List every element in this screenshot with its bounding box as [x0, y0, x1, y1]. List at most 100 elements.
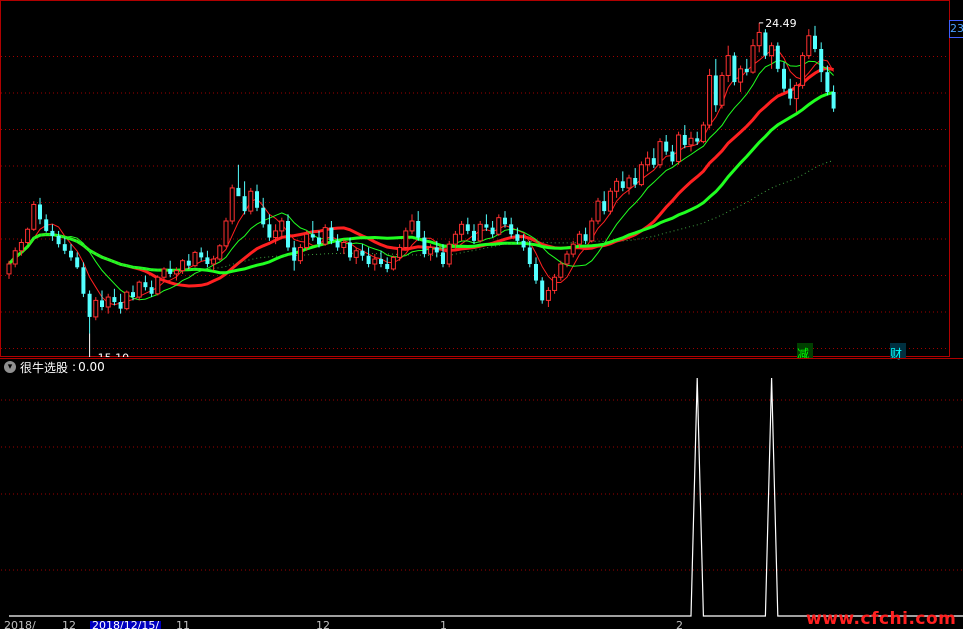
candle-body	[509, 224, 514, 235]
event-marker-reduce[interactable]: 减	[797, 343, 813, 361]
candle-body	[626, 177, 632, 189]
candle	[279, 217, 285, 238]
candle-body	[304, 233, 310, 248]
candle-body	[614, 180, 620, 192]
candle	[465, 217, 470, 235]
candle-body	[725, 55, 731, 76]
candle	[664, 135, 669, 155]
candle-body	[372, 258, 378, 265]
candle-body	[782, 68, 786, 89]
candle-body	[87, 293, 92, 317]
candle	[255, 184, 259, 212]
candle	[366, 247, 371, 268]
candle-body	[25, 228, 31, 243]
candle-body	[44, 219, 49, 231]
candle-body	[348, 242, 352, 258]
candle-body	[242, 196, 247, 212]
candle-body	[589, 220, 595, 242]
candle	[192, 250, 198, 268]
chart-window: 24.4915.10 23 减 财 ▾ 很牛选股 : 0.00 2018/ 12…	[0, 0, 963, 629]
candle-body	[310, 234, 315, 238]
candle-body	[279, 220, 285, 232]
candle	[38, 197, 42, 225]
event-marker-finance[interactable]: 财	[890, 343, 906, 361]
candle-body	[81, 267, 86, 294]
candle	[496, 214, 502, 236]
candle-body	[173, 270, 179, 275]
candle-body	[515, 234, 520, 241]
candle-body	[229, 187, 235, 222]
candle-body	[769, 45, 775, 57]
candle-body	[18, 242, 24, 252]
candle-body	[329, 227, 334, 241]
candle	[459, 221, 465, 241]
candle-body	[168, 268, 173, 274]
candle	[385, 257, 390, 273]
candle-body	[738, 68, 744, 83]
candle	[688, 131, 694, 152]
indicator-series-line	[9, 377, 963, 617]
candle-body	[633, 178, 638, 185]
candle	[56, 230, 61, 248]
x-tick-selected[interactable]: 2018/12/15/	[90, 621, 162, 629]
candle	[136, 280, 142, 301]
candle	[509, 217, 514, 238]
candle-body	[217, 245, 223, 260]
candle-body	[688, 137, 694, 146]
candle	[205, 250, 210, 268]
candle-body	[540, 280, 545, 301]
candle-body	[459, 223, 465, 235]
candle-body	[379, 259, 383, 264]
candle-body	[831, 92, 836, 109]
candle-body	[651, 158, 656, 165]
candle	[782, 62, 786, 92]
candle-body	[385, 264, 390, 269]
candle	[416, 211, 421, 241]
candle	[707, 68, 713, 129]
indicator-chart[interactable]	[0, 358, 963, 621]
candle-body	[292, 247, 297, 261]
candle-body	[446, 243, 452, 265]
candle	[831, 85, 836, 112]
candle	[81, 262, 86, 298]
candle	[199, 247, 204, 261]
candle-body	[472, 230, 476, 241]
candle-body	[390, 256, 396, 270]
price-chart[interactable]: 24.49 15.10	[0, 0, 963, 357]
right-price-tag: 23	[949, 20, 963, 38]
candle	[360, 244, 365, 261]
candle-body	[360, 250, 365, 256]
candle	[422, 230, 427, 258]
candle-body	[6, 263, 12, 275]
candle	[750, 39, 756, 74]
candle-body	[416, 221, 421, 238]
candle-body	[676, 134, 682, 162]
candle-body	[756, 31, 762, 47]
candle	[651, 148, 656, 169]
candle-body	[657, 141, 663, 166]
candle-body	[638, 164, 644, 186]
candle	[725, 45, 731, 83]
candle	[124, 290, 130, 311]
candle-body	[124, 291, 130, 310]
candle-body	[700, 124, 706, 143]
candle	[645, 151, 651, 172]
candle	[50, 224, 55, 241]
candle-body	[806, 35, 812, 57]
candle-body	[788, 88, 793, 99]
ma-long-line	[8, 159, 834, 271]
candle-body	[595, 200, 601, 222]
candle	[490, 221, 495, 238]
candle-body	[286, 221, 290, 248]
candle	[540, 277, 545, 304]
candle-body	[620, 181, 625, 188]
candle	[700, 121, 706, 144]
candle-body	[428, 246, 434, 255]
watermark: www.cfchi.com	[806, 609, 957, 629]
candle	[105, 293, 111, 314]
candle	[602, 191, 607, 215]
candle-body	[322, 227, 328, 245]
candle	[93, 297, 99, 321]
candle	[211, 255, 217, 271]
candle	[503, 211, 507, 228]
